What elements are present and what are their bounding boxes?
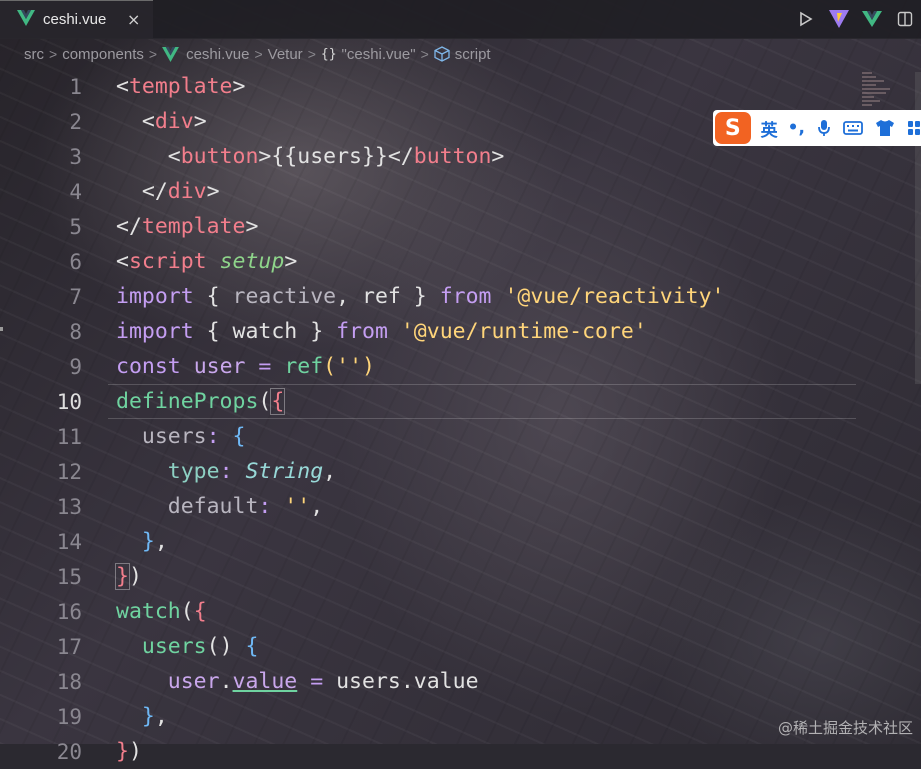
code-text: <div>	[141, 109, 207, 134]
vue-logo-icon	[162, 46, 180, 62]
vite-icon[interactable]	[822, 0, 855, 38]
tab-label: ceshi.vue	[43, 11, 107, 28]
code-text: },	[141, 529, 168, 554]
editor-actions	[789, 0, 921, 38]
ime-punctuation-toggle[interactable]: •,	[788, 118, 805, 138]
code-text: type: String,	[167, 459, 337, 484]
sash-marker	[0, 327, 3, 331]
code-line: 4 </div>	[0, 174, 860, 209]
line-number: 4	[69, 179, 82, 204]
line-number: 3	[69, 144, 82, 169]
code-text: </template>	[116, 214, 259, 239]
breadcrumb-item-vetur[interactable]: Vetur	[268, 46, 303, 63]
code-editor[interactable]: 1 <template> 2 <div> 3 <button>{{users}}…	[0, 69, 921, 764]
code-text: import { watch } from '@vue/runtime-core…	[116, 319, 647, 344]
line-number: 7	[69, 284, 82, 309]
run-icon[interactable]	[789, 0, 822, 38]
code-text: const user = ref('')	[116, 354, 375, 379]
split-editor-icon[interactable]	[888, 0, 921, 38]
breadcrumb-separator: >	[49, 46, 58, 62]
line-number: 20	[56, 739, 82, 764]
code-line: 12 type: String,	[0, 454, 860, 489]
code-text: },	[141, 704, 168, 729]
code-line: 15 })	[0, 559, 860, 594]
keyboard-icon[interactable]	[843, 120, 863, 136]
code-text: defineProps({	[116, 388, 286, 415]
vue-devtools-icon[interactable]	[855, 0, 888, 38]
breadcrumb-separator: >	[307, 46, 316, 62]
line-number: 5	[69, 214, 82, 239]
watermark-text: @稀土掘金技术社区	[777, 719, 913, 737]
code-text: <script setup>	[116, 249, 298, 274]
code-line: 13 default: '',	[0, 489, 860, 524]
breadcrumb-separator: >	[148, 46, 158, 62]
breadcrumb: src > components > ceshi.vue > Vetur > {…	[0, 39, 921, 69]
code-text: default: '',	[167, 494, 324, 519]
line-number: 2	[69, 109, 82, 134]
code-line: 11 users: {	[0, 419, 860, 454]
breadcrumb-item-components[interactable]: components	[62, 46, 144, 63]
code-line: 19 },	[0, 699, 860, 734]
code-text: <button>{{users}}</button>	[167, 144, 505, 169]
line-number: 9	[69, 354, 82, 379]
ime-language-toggle[interactable]: 英	[761, 116, 778, 141]
code-line: 17 users() {	[0, 629, 860, 664]
line-number: 8	[69, 319, 82, 344]
code-text: users() {	[141, 634, 259, 659]
breadcrumb-item-file[interactable]: ceshi.vue	[162, 46, 249, 63]
code-line: 7 import { reactive, ref } from '@vue/re…	[0, 279, 860, 314]
close-icon[interactable]: ×	[127, 10, 140, 29]
breadcrumb-file-label: ceshi.vue	[186, 45, 250, 63]
code-text: })	[116, 739, 142, 764]
breadcrumb-item-src[interactable]: src	[24, 46, 44, 63]
breadcrumb-module-label: "ceshi.vue"	[341, 45, 416, 63]
breadcrumb-separator: >	[420, 46, 429, 62]
code-line: 1 <template>	[0, 69, 860, 104]
line-number: 18	[56, 669, 82, 694]
line-number: 11	[56, 424, 82, 449]
breadcrumb-item-script[interactable]: script	[434, 46, 491, 63]
breadcrumb-separator: >	[254, 46, 263, 62]
line-number: 13	[56, 494, 82, 519]
code-text: watch({	[116, 599, 207, 624]
line-number: 12	[56, 459, 82, 484]
minimap[interactable]	[862, 72, 902, 112]
code-line: 9 const user = ref('')	[0, 349, 860, 384]
code-line: 20 })	[0, 734, 860, 769]
microphone-icon[interactable]	[817, 119, 831, 137]
code-line: 5 </template>	[0, 209, 860, 244]
code-line: 14 },	[0, 524, 860, 559]
ime-toolbar[interactable]: S 英 •,	[713, 110, 921, 146]
code-text: import { reactive, ref } from '@vue/reac…	[116, 284, 725, 309]
code-text: })	[115, 563, 142, 590]
skin-shirt-icon[interactable]	[875, 119, 895, 137]
code-line: 16 watch({	[0, 594, 860, 629]
editor-tab-bar: ceshi.vue ×	[0, 0, 921, 39]
line-number: 17	[56, 634, 82, 659]
tab-ceshi-vue[interactable]: ceshi.vue ×	[0, 0, 153, 38]
line-number: 15	[56, 564, 82, 589]
line-number: 1	[69, 74, 82, 99]
sogou-logo-icon[interactable]: S	[715, 112, 751, 144]
line-number: 10	[56, 389, 82, 414]
code-line: 6 <script setup>	[0, 244, 860, 279]
code-line: 8 import { watch } from '@vue/runtime-co…	[0, 314, 860, 349]
code-text: users: {	[141, 424, 246, 449]
code-text: <template>	[116, 74, 246, 99]
vue-logo-icon	[17, 9, 35, 30]
braces-icon: {}	[320, 46, 337, 62]
breadcrumb-script-label: script	[454, 45, 491, 63]
line-number: 6	[69, 249, 82, 274]
code-line-current: 10 defineProps({	[0, 384, 860, 419]
code-text: </div>	[141, 179, 220, 204]
line-number: 16	[56, 599, 82, 624]
breadcrumb-item-module[interactable]: {} "ceshi.vue"	[321, 46, 416, 63]
cube-icon	[434, 46, 450, 62]
code-line: 18 user.value = users.value	[0, 664, 860, 699]
line-number: 19	[56, 704, 82, 729]
toolbox-icon[interactable]	[907, 120, 921, 136]
line-number: 14	[56, 529, 82, 554]
code-text: user.value = users.value	[167, 669, 479, 694]
